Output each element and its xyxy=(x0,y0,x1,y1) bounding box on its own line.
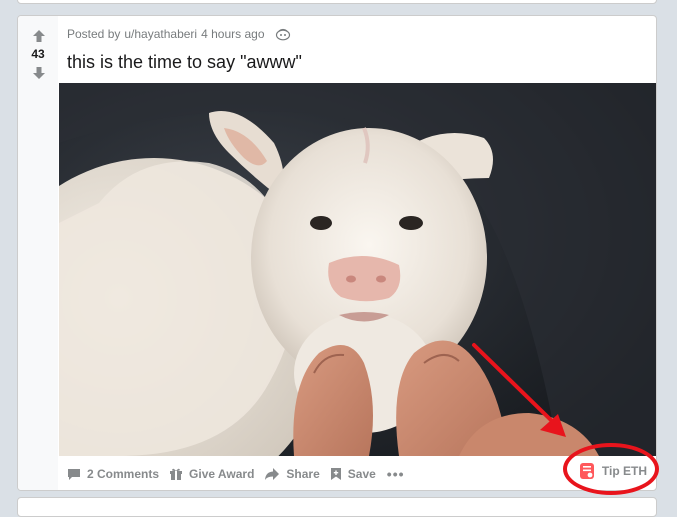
author-link[interactable]: u/hayathaberi xyxy=(124,27,197,41)
comments-label: 2 Comments xyxy=(87,467,160,481)
bookmark-icon xyxy=(330,467,342,481)
stream-icon xyxy=(275,27,291,41)
arrow-down-icon[interactable] xyxy=(31,65,47,81)
post-time: 4 hours ago xyxy=(201,27,265,41)
vote-count: 43 xyxy=(31,47,45,61)
comment-icon xyxy=(67,467,81,481)
share-label: Share xyxy=(286,467,320,481)
arrow-up-icon[interactable] xyxy=(31,28,47,44)
more-options-button[interactable]: ••• xyxy=(381,466,411,482)
save-button[interactable]: Save xyxy=(325,463,381,485)
save-label: Save xyxy=(347,467,376,481)
gift-icon xyxy=(169,467,183,481)
posted-by-prefix: Posted by xyxy=(67,27,121,41)
give-award-button[interactable]: Give Award xyxy=(164,463,259,485)
comments-button[interactable]: 2 Comments xyxy=(62,463,164,485)
previous-post-card xyxy=(17,0,657,4)
tip-eth-label: Tip ETH xyxy=(601,464,647,478)
vote-column: 43 xyxy=(18,16,58,490)
next-post-card xyxy=(17,497,657,517)
post-actions-bar: 2 Comments Give Award Share Save ••• Tip… xyxy=(59,456,656,490)
eth-tip-icon xyxy=(578,462,596,480)
post-card[interactable]: 43 Posted by u/hayathaberi 4 hours ago t… xyxy=(17,15,657,491)
post-title[interactable]: this is the time to say "awww" xyxy=(67,52,302,73)
give-award-label: Give Award xyxy=(189,467,255,481)
tip-eth-button[interactable]: Tip ETH xyxy=(578,462,647,480)
share-button[interactable]: Share xyxy=(259,463,324,485)
share-arrow-icon xyxy=(264,467,280,481)
post-meta: Posted by u/hayathaberi 4 hours ago xyxy=(67,26,291,42)
post-image[interactable] xyxy=(59,83,656,456)
